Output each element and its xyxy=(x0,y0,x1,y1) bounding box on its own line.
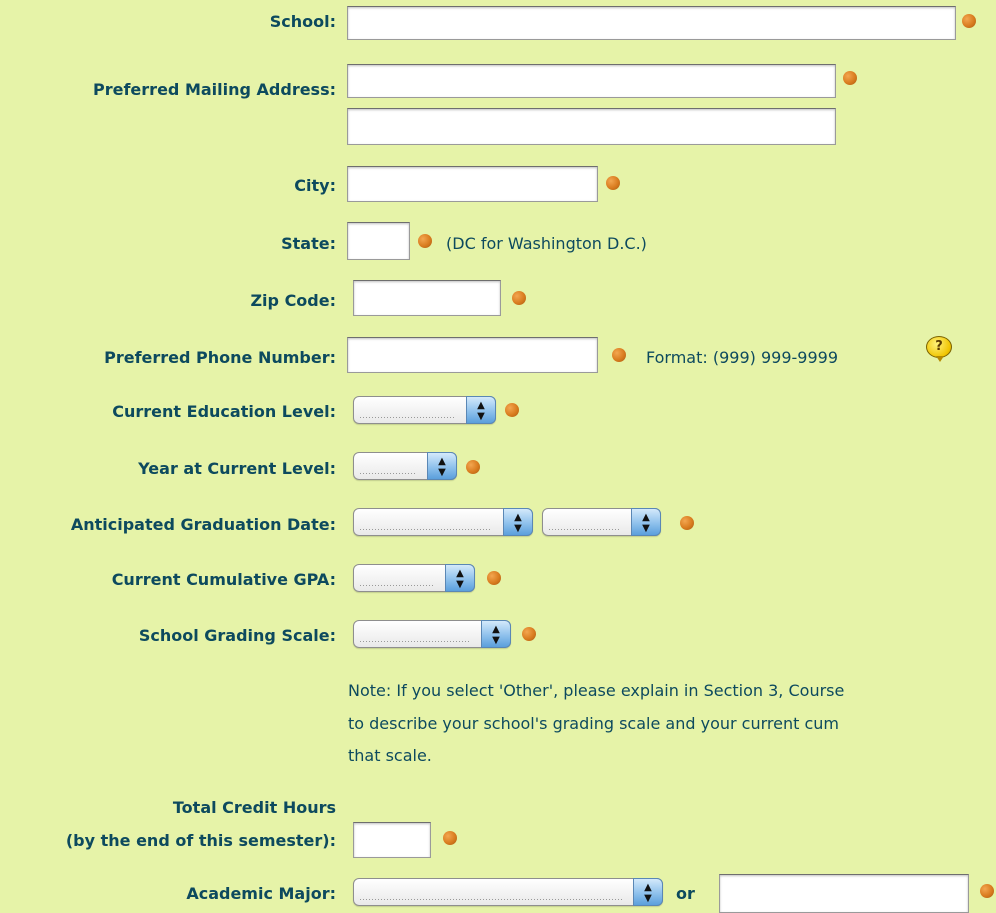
updown-arrows-icon: ▲ ▼ xyxy=(631,508,661,536)
or-text: or xyxy=(676,884,695,903)
required-dot-icon xyxy=(962,14,976,28)
required-dot-icon xyxy=(980,884,994,898)
zip-code-input[interactable] xyxy=(353,280,501,316)
required-dot-icon xyxy=(466,460,480,474)
education-level-select[interactable]: ▲ ▼ xyxy=(353,396,496,424)
academic-major-select[interactable]: ▲ ▼ xyxy=(353,878,663,906)
year-level-label: Year at Current Level: xyxy=(138,459,336,478)
year-level-select[interactable]: ▲ ▼ xyxy=(353,452,457,480)
state-hint: (DC for Washington D.C.) xyxy=(446,234,647,253)
school-label: School: xyxy=(269,12,336,31)
zip-code-label: Zip Code: xyxy=(250,291,336,310)
updown-arrows-icon: ▲ ▼ xyxy=(445,564,475,592)
required-dot-icon xyxy=(522,627,536,641)
updown-arrows-icon: ▲ ▼ xyxy=(427,452,457,480)
mailing-address-line1-input[interactable] xyxy=(347,64,836,98)
updown-arrows-icon: ▲ ▼ xyxy=(503,508,533,536)
required-dot-icon xyxy=(606,176,620,190)
required-dot-icon xyxy=(443,831,457,845)
city-label: City: xyxy=(294,176,336,195)
graduation-month-select[interactable]: ▲ ▼ xyxy=(353,508,533,536)
required-dot-icon xyxy=(612,348,626,362)
grading-note-line2: to describe your school's grading scale … xyxy=(348,714,839,733)
updown-arrows-icon: ▲ ▼ xyxy=(466,396,496,424)
phone-format-hint: Format: (999) 999-9999 xyxy=(646,348,838,367)
grading-note-line1: Note: If you select 'Other', please expl… xyxy=(348,681,845,700)
graduation-year-select[interactable]: ▲ ▼ xyxy=(542,508,661,536)
gpa-select[interactable]: ▲ ▼ xyxy=(353,564,475,592)
mailing-address-line2-input[interactable] xyxy=(347,108,836,145)
city-input[interactable] xyxy=(347,166,598,202)
required-dot-icon xyxy=(680,516,694,530)
mailing-address-label: Preferred Mailing Address: xyxy=(93,80,336,99)
education-level-label: Current Education Level: xyxy=(112,402,336,421)
updown-arrows-icon: ▲ ▼ xyxy=(481,620,511,648)
state-input[interactable] xyxy=(347,222,410,260)
credit-hours-label-line2: (by the end of this semester): xyxy=(65,831,336,850)
required-dot-icon xyxy=(418,234,432,248)
phone-label: Preferred Phone Number: xyxy=(104,348,336,367)
phone-input[interactable] xyxy=(347,337,598,373)
gpa-label: Current Cumulative GPA: xyxy=(111,570,336,589)
help-bubble-icon[interactable]: ? xyxy=(926,336,952,362)
state-label: State: xyxy=(281,234,336,253)
academic-major-label: Academic Major: xyxy=(186,884,336,903)
school-input[interactable] xyxy=(347,6,956,40)
credit-hours-label-line1: Total Credit Hours xyxy=(172,798,336,817)
required-dot-icon xyxy=(505,403,519,417)
grading-scale-label: School Grading Scale: xyxy=(138,626,336,645)
required-dot-icon xyxy=(512,291,526,305)
grading-scale-select[interactable]: ▲ ▼ xyxy=(353,620,511,648)
grading-note-line3: that scale. xyxy=(348,746,432,765)
required-dot-icon xyxy=(843,71,857,85)
credit-hours-input[interactable] xyxy=(353,822,431,858)
required-dot-icon xyxy=(487,571,501,585)
graduation-date-label: Anticipated Graduation Date: xyxy=(70,515,336,534)
academic-major-other-input[interactable] xyxy=(719,874,969,913)
updown-arrows-icon: ▲ ▼ xyxy=(633,878,663,906)
